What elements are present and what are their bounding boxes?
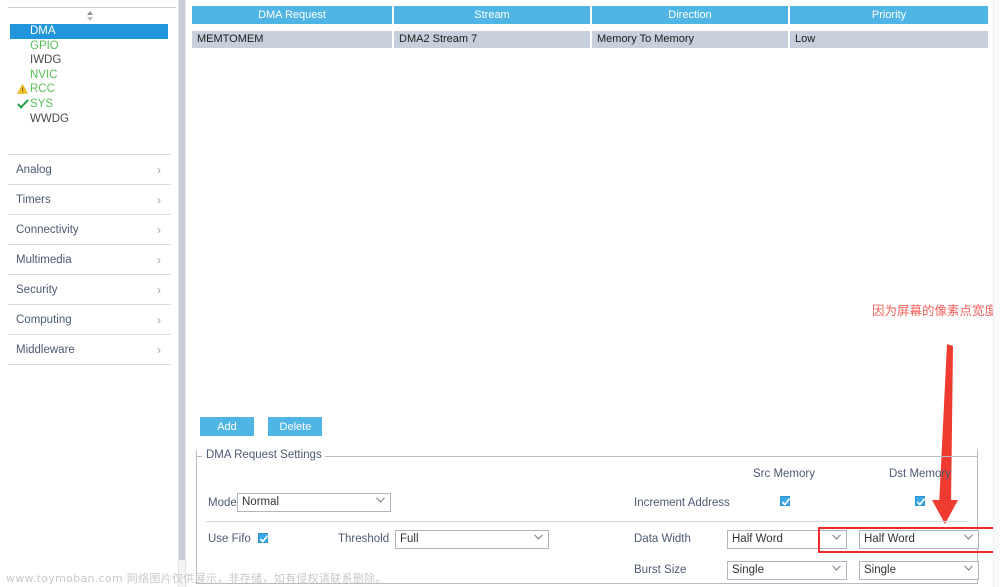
sort-updown-icon[interactable]: [83, 10, 97, 22]
window-right-edge: [993, 0, 1000, 587]
check-icon: [17, 97, 29, 112]
sidebar-item-label: WWDG: [30, 112, 69, 125]
chevron-right-icon: ›: [157, 163, 161, 177]
data-width-dst-value: Half Word: [864, 533, 915, 545]
data-width-label: Data Width: [634, 533, 691, 545]
category-label: Multimedia: [16, 254, 72, 266]
sidebar-category-connectivity[interactable]: Connectivity ›: [8, 215, 171, 245]
burst-size-src-value: Single: [732, 564, 764, 576]
burst-size-dst-select[interactable]: Single: [859, 561, 979, 580]
column-header-direction[interactable]: Direction: [592, 6, 788, 24]
chevron-right-icon: ›: [157, 343, 161, 357]
sidebar-item-label: NVIC: [30, 68, 58, 81]
sidebar-top-divider: [8, 7, 176, 8]
sidebar-item-label: RCC: [30, 83, 55, 96]
sidebar-category-multimedia[interactable]: Multimedia ›: [8, 245, 171, 275]
sidebar-item-label: DMA: [30, 25, 56, 37]
increment-address-label: Increment Address: [634, 497, 730, 509]
data-width-src-select[interactable]: Half Word: [727, 530, 847, 549]
data-width-src-value: Half Word: [732, 533, 783, 545]
data-width-dst-select[interactable]: Half Word: [859, 530, 979, 549]
mode-label: Mode: [208, 497, 237, 509]
chevron-right-icon: ›: [157, 313, 161, 327]
annotation-text: 因为屏幕的像素点宽度为16，所以选择半字: [872, 303, 1000, 318]
burst-size-src-select[interactable]: Single: [727, 561, 847, 580]
sidebar-item-gpio[interactable]: GPIO: [0, 39, 178, 54]
burst-size-dst-value: Single: [864, 564, 896, 576]
watermark-text: www.toymoban.com 网络图片仅供展示，非存储，如有侵权请联系删除。: [6, 572, 387, 585]
src-memory-header: Src Memory: [753, 468, 815, 480]
chevron-right-icon: ›: [157, 223, 161, 237]
cell-stream: DMA2 Stream 7: [394, 31, 590, 48]
increment-address-src-checkbox[interactable]: [780, 496, 791, 506]
table-row[interactable]: MEMTOMEM DMA2 Stream 7 Memory To Memory …: [192, 31, 988, 48]
category-list: Analog › Timers › Connectivity › Multime…: [8, 155, 171, 365]
column-header-dma-request[interactable]: DMA Request: [192, 6, 392, 24]
peripheral-sidebar: DMA GPIO IWDG NVIC RCC SYS WWDG Analog ›…: [0, 0, 178, 587]
column-header-stream[interactable]: Stream: [394, 6, 590, 24]
sidebar-item-nvic[interactable]: NVIC: [0, 68, 178, 83]
cell-priority: Low: [790, 31, 988, 48]
use-fifo-label: Use Fifo: [208, 533, 251, 545]
peripheral-list: DMA GPIO IWDG NVIC RCC SYS WWDG: [0, 24, 178, 126]
chevron-down-icon: [376, 497, 385, 503]
sidebar-category-analog[interactable]: Analog ›: [8, 155, 171, 185]
burst-size-label: Burst Size: [634, 564, 687, 576]
cell-direction: Memory To Memory: [592, 31, 788, 48]
cell-dma-request: MEMTOMEM: [192, 31, 392, 48]
category-label: Computing: [16, 314, 72, 326]
mode-select[interactable]: Normal: [237, 493, 391, 512]
vertical-scrollbar-thumb[interactable]: [179, 0, 185, 560]
sidebar-item-iwdg[interactable]: IWDG: [0, 53, 178, 68]
dst-memory-header: Dst Memory: [889, 468, 951, 480]
dma-configuration-pane: DMA Request Stream Direction Priority ME…: [186, 0, 1000, 587]
table-toolbar: Add Delete: [200, 417, 332, 436]
sidebar-category-security[interactable]: Security ›: [8, 275, 171, 305]
chevron-right-icon: ›: [157, 253, 161, 267]
chevron-down-icon: [964, 534, 973, 540]
category-label: Timers: [16, 194, 51, 206]
mode-value: Normal: [242, 496, 280, 508]
threshold-value: Full: [400, 533, 419, 545]
delete-button[interactable]: Delete: [268, 417, 323, 436]
sidebar-item-wwdg[interactable]: WWDG: [0, 112, 178, 127]
threshold-select[interactable]: Full: [395, 530, 549, 549]
sidebar-item-label: SYS: [30, 97, 54, 110]
chevron-right-icon: ›: [157, 283, 161, 297]
chevron-down-icon: [832, 534, 841, 540]
table-header-row: DMA Request Stream Direction Priority: [192, 6, 988, 24]
chevron-down-icon: [534, 534, 543, 540]
sidebar-item-rcc[interactable]: RCC: [0, 82, 178, 97]
sidebar-item-sys[interactable]: SYS: [0, 97, 178, 112]
sidebar-category-computing[interactable]: Computing ›: [8, 305, 171, 335]
sidebar-item-label: IWDG: [30, 54, 62, 67]
category-label: Connectivity: [16, 224, 79, 236]
sidebar-item-label: GPIO: [30, 39, 59, 52]
category-label: Security: [16, 284, 58, 296]
dma-request-table: DMA Request Stream Direction Priority ME…: [192, 6, 988, 48]
sidebar-category-middleware[interactable]: Middleware ›: [8, 335, 171, 365]
warning-triangle-icon: [17, 82, 29, 97]
category-label: Analog: [16, 164, 52, 176]
chevron-right-icon: ›: [157, 193, 161, 207]
settings-inner-divider: [206, 521, 968, 522]
category-label: Middleware: [16, 344, 75, 356]
threshold-label: Threshold: [338, 533, 390, 545]
chevron-down-icon: [964, 565, 973, 571]
sidebar-item-dma[interactable]: DMA: [10, 24, 168, 39]
column-header-priority[interactable]: Priority: [790, 6, 988, 24]
chevron-down-icon: [832, 565, 841, 571]
increment-address-dst-checkbox[interactable]: [915, 496, 926, 506]
group-title: DMA Request Settings: [203, 449, 325, 461]
application-window: DMA GPIO IWDG NVIC RCC SYS WWDG Analog ›…: [0, 0, 1000, 587]
sidebar-category-timers[interactable]: Timers ›: [8, 185, 171, 215]
use-fifo-checkbox[interactable]: [258, 533, 269, 543]
add-button[interactable]: Add: [200, 417, 254, 436]
